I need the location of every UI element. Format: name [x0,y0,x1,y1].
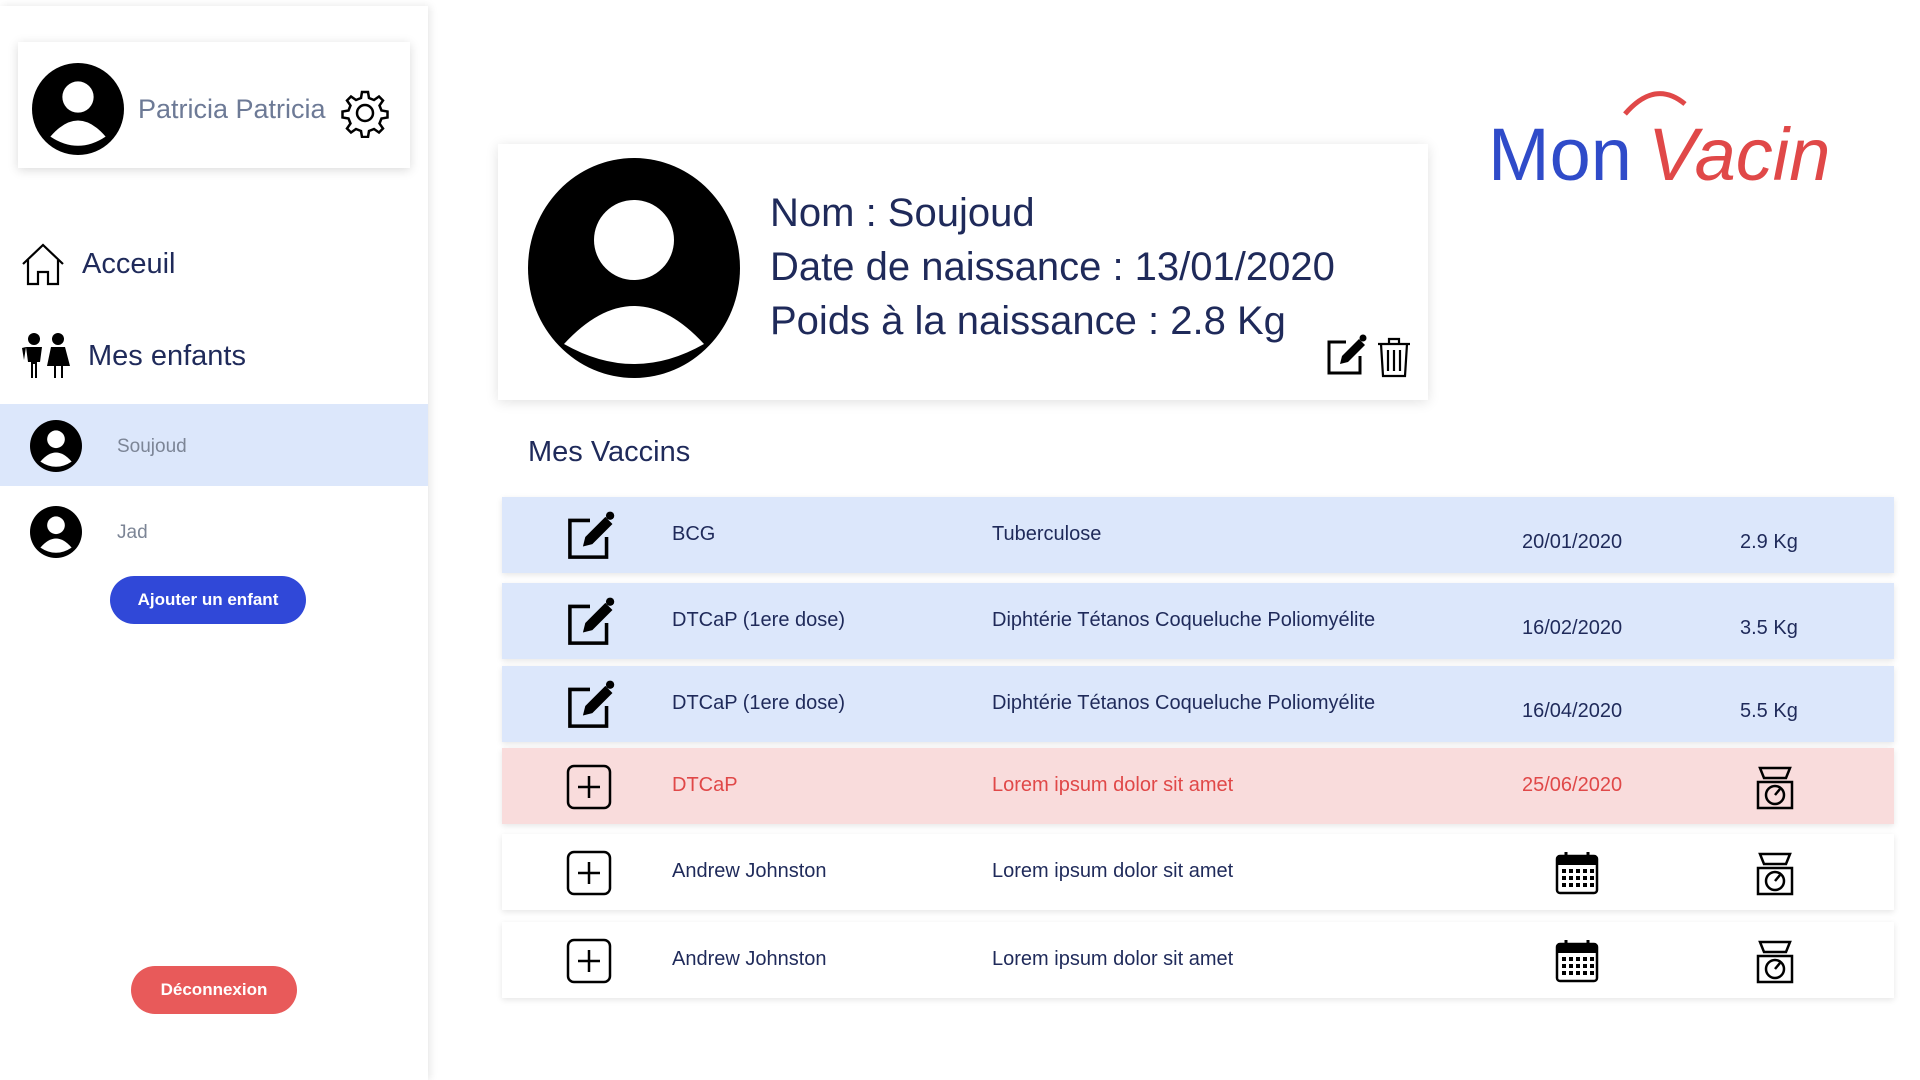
vaccine-row-todo[interactable]: Andrew Johnston Lorem ipsum dolor sit am… [502,922,1894,998]
child-info-card: Nom : Soujoud Date de naissance : 13/01/… [498,144,1428,400]
logo-part-vacin: Vacin [1648,113,1830,194]
edit-icon[interactable] [564,680,616,732]
vaccine-weight: 5.5 Kg [1740,700,1798,722]
scale-icon[interactable] [1752,764,1798,812]
vaccine-name: Andrew Johnston [672,948,827,970]
child-birthdate-line: Date de naissance : 13/01/2020 [770,245,1335,289]
nav-home-label: Acceuil [82,247,176,280]
plus-square-icon[interactable] [566,938,612,984]
monvacin-logo: Mon Vacin [1488,91,1830,194]
children-icon [22,333,70,378]
vaccine-name: Andrew Johnston [672,860,827,882]
vaccine-date: 25/06/2020 [1522,774,1623,796]
nav-home[interactable]: Acceuil [20,242,176,286]
vaccine-date: 20/01/2020 [1522,531,1623,553]
vaccine-description: Diphtérie Tétanos Coqueluche Poliomyélit… [992,692,1376,714]
vaccine-date: 16/02/2020 [1522,617,1623,639]
gear-icon[interactable] [340,88,390,138]
plus-square-icon[interactable] [566,850,612,896]
child-item-soujoud[interactable]: Soujoud [0,404,428,486]
child-name: Soujoud [117,436,187,457]
vaccine-description: Lorem ipsum dolor sit amet [992,860,1234,882]
child-birthweight-line: Poids à la naissance : 2.8 Kg [770,299,1286,343]
vaccine-name: BCG [672,523,716,545]
child-item-jad[interactable]: Jad [0,490,428,572]
vaccine-row[interactable]: BCG Tuberculose 20/01/2020 2.9 Kg [502,497,1894,573]
child-avatar-icon [30,420,82,472]
child-info: Nom : Soujoud Date de naissance : 13/01/… [770,186,1335,348]
edit-icon[interactable] [564,597,616,649]
vaccine-name: DTCaP (1ere dose) [672,692,846,714]
trash-icon[interactable] [1376,336,1412,378]
child-name: Jad [117,522,148,543]
sidebar: Patricia Patricia Acceuil Mes enfants So… [0,6,428,1080]
vaccine-weight: 3.5 Kg [1740,617,1798,639]
vaccine-weight: 2.9 Kg [1740,531,1798,553]
home-icon [22,243,64,286]
user-avatar-icon [32,63,124,155]
vaccines-section-title: Mes Vaccins [528,436,691,468]
vaccine-date: 16/04/2020 [1522,700,1623,722]
nav-my-children[interactable]: Mes enfants [20,332,246,380]
vaccine-name: DTCaP [672,774,738,796]
vaccine-row-due[interactable]: DTCaP Lorem ipsum dolor sit amet 25/06/2… [502,748,1894,824]
vaccine-row[interactable]: DTCaP (1ere dose) Diphtérie Tétanos Coqu… [502,583,1894,659]
vaccine-description: Diphtérie Tétanos Coqueluche Poliomyélit… [992,609,1376,631]
vaccine-description: Lorem ipsum dolor sit amet [992,948,1234,970]
nav-my-children-label: Mes enfants [88,339,246,372]
vaccine-row-todo[interactable]: Andrew Johnston Lorem ipsum dolor sit am… [502,834,1894,910]
calendar-icon[interactable] [1554,938,1600,984]
vaccine-description: Lorem ipsum dolor sit amet [992,774,1234,796]
user-name: Patricia Patricia [138,94,326,124]
vaccine-row[interactable]: DTCaP (1ere dose) Diphtérie Tétanos Coqu… [502,666,1894,742]
child-avatar-icon [30,506,82,558]
edit-icon[interactable] [1324,334,1368,378]
add-child-button[interactable]: Ajouter un enfant [110,576,306,624]
child-name-line: Nom : Soujoud [770,191,1035,235]
child-photo-icon [528,158,740,378]
plus-square-icon[interactable] [566,764,612,810]
user-profile-card: Patricia Patricia [18,42,410,168]
vaccine-name: DTCaP (1ere dose) [672,609,846,631]
scale-icon[interactable] [1752,938,1798,986]
calendar-icon[interactable] [1554,850,1600,896]
scale-icon[interactable] [1752,850,1798,898]
logout-button[interactable]: Déconnexion [131,966,297,1014]
edit-icon[interactable] [564,511,616,563]
vaccine-description: Tuberculose [992,523,1102,545]
logo-part-mon: Mon [1488,113,1632,194]
